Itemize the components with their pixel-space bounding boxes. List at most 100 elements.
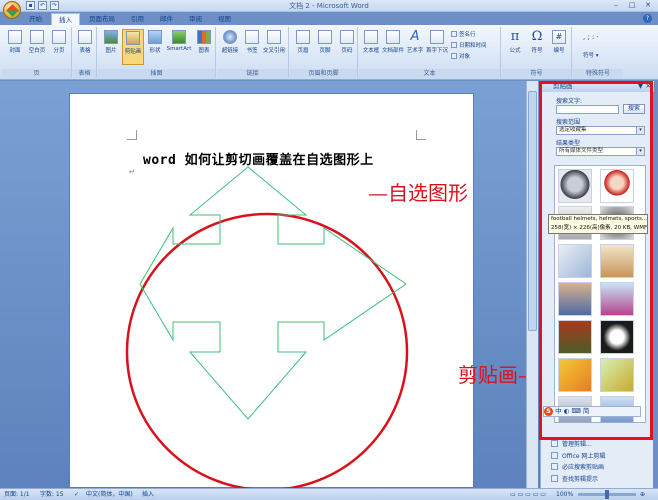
tables-group: 表格 表格 [73, 27, 97, 78]
blank-page-button[interactable]: 空白页 [26, 29, 48, 65]
maximize-icon[interactable]: □ [625, 0, 639, 10]
status-language[interactable]: 中文(简体，中国) [86, 489, 133, 500]
search-button[interactable]: 搜索 [623, 104, 645, 114]
status-mode[interactable]: 插入 [142, 489, 154, 500]
scope-select[interactable]: 选定收藏集 ▾ [556, 126, 645, 135]
header-icon [296, 30, 310, 44]
tab-page-layout[interactable]: 页面布局 [82, 13, 122, 25]
zoom-in-icon[interactable]: ⊕ [640, 489, 645, 500]
smartart-icon [172, 30, 186, 44]
table-icon [78, 30, 92, 44]
text-group: 文本框 文档部件 A 艺术字 首字下沉 签名行 日期和时间 对象 文本 [359, 27, 501, 78]
close-icon[interactable]: ✕ [641, 0, 655, 10]
pi-icon: π [510, 29, 520, 44]
pane-close-icon[interactable]: ✕ [646, 81, 651, 92]
scrollbar-thumb[interactable] [528, 91, 537, 331]
pane-header: 剪贴画 ▼ ✕ [541, 81, 654, 92]
page-number-icon [340, 30, 354, 44]
clipart-thumb-people[interactable] [600, 244, 634, 278]
clipart-thumb-silhouette[interactable] [600, 320, 634, 354]
tab-insert[interactable]: 插入 [51, 13, 80, 25]
dropcap-button[interactable]: 首字下沉 [426, 29, 448, 65]
signature-line-button[interactable]: 签名行 [451, 30, 476, 38]
numbering-button[interactable]: # 编号 [548, 29, 570, 65]
clip-tips-link[interactable]: 查找剪辑提示 [551, 474, 605, 486]
table-button[interactable]: 表格 [74, 29, 96, 65]
chevron-down-icon: ▾ [636, 148, 644, 155]
window-controls: – □ ✕ [609, 0, 655, 10]
tab-references[interactable]: 引用 [124, 13, 151, 25]
object-button[interactable]: 对象 [451, 52, 470, 60]
shapes-button[interactable]: 形状 [144, 29, 166, 65]
tab-review[interactable]: 审阅 [182, 13, 209, 25]
organize-clips-link[interactable]: 管理剪辑... [551, 439, 605, 451]
footer-button[interactable]: 页脚 [314, 29, 336, 65]
special-symbol-grid[interactable]: , ; : · [583, 33, 599, 41]
clipart-thumb-money[interactable] [558, 282, 592, 316]
clipart-results[interactable] [554, 165, 646, 423]
result-type-select[interactable]: 所有媒体文件类型 ▾ [556, 147, 645, 156]
clipart-thumb-helmet[interactable] [558, 169, 592, 203]
status-page[interactable]: 页面: 1/1 [4, 489, 30, 500]
numbering-icon: # [552, 30, 566, 44]
four-way-arrow-shape[interactable] [139, 166, 407, 420]
cover-page-icon [8, 30, 22, 44]
office-logo-icon [6, 4, 19, 17]
object-icon [451, 53, 457, 59]
pane-menu-icon[interactable]: ▼ [638, 81, 643, 92]
smartart-button[interactable]: SmartArt [166, 29, 192, 65]
quick-parts-button[interactable]: 文档部件 [382, 29, 404, 65]
page-break-button[interactable]: 分页 [48, 29, 70, 65]
chart-button[interactable]: 图表 [193, 29, 215, 65]
clipart-thumb-computer[interactable] [600, 282, 634, 316]
special-symbol-button[interactable]: 符号 ▾ [583, 51, 599, 59]
tab-view[interactable]: 视图 [211, 13, 238, 25]
office-button[interactable] [3, 1, 21, 19]
cover-page-button[interactable]: 封面 [4, 29, 26, 65]
vertical-scrollbar[interactable] [526, 81, 538, 488]
zoom-thumb[interactable] [605, 490, 609, 499]
page-break-icon [52, 30, 66, 44]
status-zoom[interactable]: 100% [556, 489, 573, 500]
clipart-thumb-cards[interactable] [600, 358, 634, 392]
sogou-icon: S [544, 407, 553, 416]
hyperlink-button[interactable]: 超链接 [219, 29, 241, 65]
group-caption: 文本 [359, 69, 500, 78]
help-icon[interactable]: ? [643, 14, 652, 23]
cross-reference-button[interactable]: 交叉引用 [263, 29, 285, 65]
bookmark-button[interactable]: 书签 [241, 29, 263, 65]
search-input[interactable] [556, 105, 619, 114]
bing-search-link[interactable]: 必应搜索剪贴画 [551, 462, 605, 474]
clipart-icon [126, 31, 140, 45]
page-number-button[interactable]: 页码 [336, 29, 358, 65]
zoom-slider[interactable] [578, 490, 636, 499]
document-area: word 如何让剪切画覆盖在自选图形上 ↵ —自选图形 剪贴画— [0, 81, 540, 489]
view-buttons[interactable]: ▭ ▭ ▭ ▭ ▭ [510, 489, 546, 500]
group-caption: 表格 [73, 69, 96, 78]
status-words[interactable]: 字数: 15 [40, 489, 64, 500]
tab-mailings[interactable]: 邮件 [153, 13, 180, 25]
wordart-button[interactable]: A 艺术字 [404, 29, 426, 65]
clipart-thumb-pagoda[interactable] [558, 320, 592, 354]
minimize-icon[interactable]: – [609, 0, 623, 10]
date-time-button[interactable]: 日期和时间 [451, 41, 487, 49]
equation-button[interactable]: π 公式 [504, 29, 526, 65]
header-button[interactable]: 页眉 [292, 29, 314, 65]
clipart-thumb-santa[interactable] [600, 169, 634, 203]
office-online-link[interactable]: Office 网上剪辑 [551, 451, 605, 463]
clipart-thumb-medical[interactable] [558, 244, 592, 278]
clipart-thumb-road[interactable] [558, 358, 592, 392]
clipart-button[interactable]: 剪贴画 [122, 29, 144, 65]
document-page[interactable]: word 如何让剪切画覆盖在自选图形上 ↵ [69, 93, 474, 489]
blank-page-icon [30, 30, 44, 44]
red-ellipse-shape[interactable] [125, 212, 409, 489]
ime-toolbar[interactable]: S 中 ◐ ⌨ 简 [543, 406, 641, 417]
tab-home[interactable]: 开始 [22, 13, 49, 25]
signature-icon [451, 31, 457, 37]
symbol-button[interactable]: Ω 符号 [526, 29, 548, 65]
textbox-button[interactable]: 文本框 [360, 29, 382, 65]
ribbon: 封面 空白页 分页 页 表格 表格 图片 剪贴画 形状 SmartArt 图表 … [0, 25, 658, 80]
proofing-icon[interactable]: ✓ [74, 489, 79, 500]
search-label: 搜索文字: [556, 98, 583, 105]
picture-button[interactable]: 图片 [100, 29, 122, 65]
